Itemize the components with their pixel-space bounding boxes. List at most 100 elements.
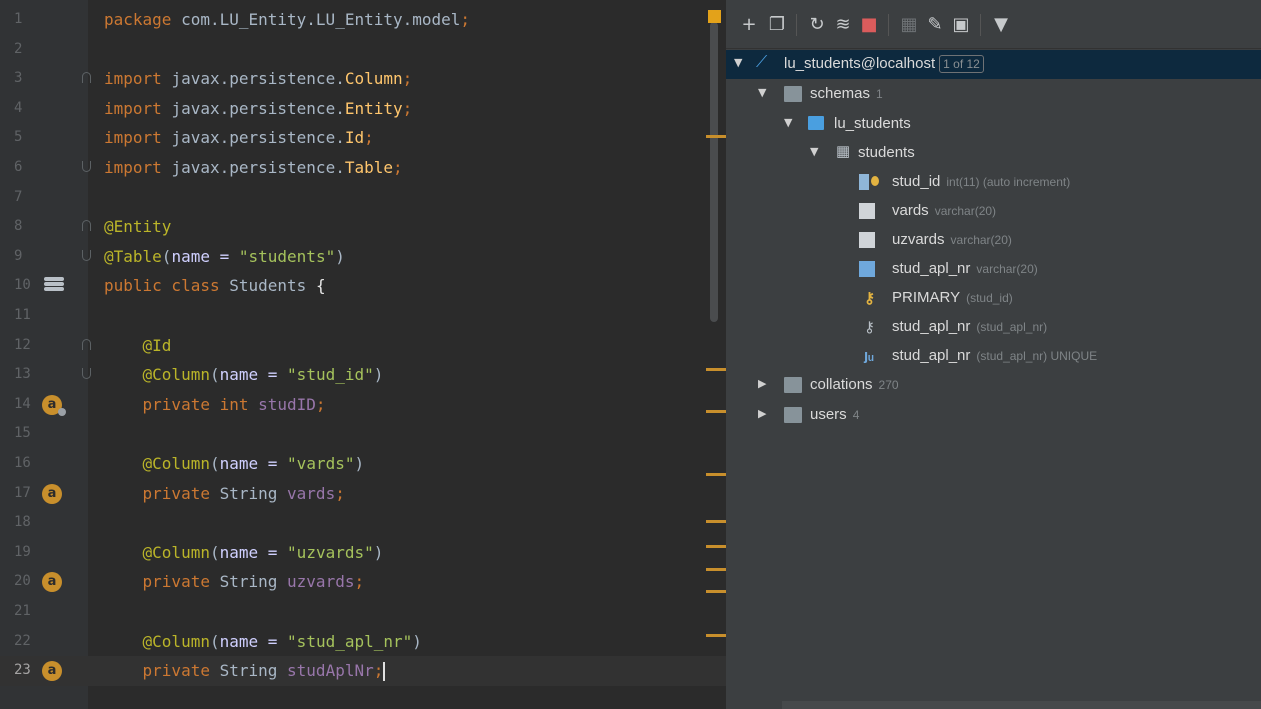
table-icon[interactable]: ▦ [898, 14, 920, 36]
fold-marker-icon[interactable] [82, 72, 91, 84]
code-line[interactable]: 16 @Column(name = "vards") [0, 449, 726, 479]
fold-marker-icon[interactable] [82, 161, 91, 172]
key-name: stud_apl_nr [892, 318, 971, 335]
code-line[interactable]: 4 import javax.persistence.Entity; [0, 94, 726, 124]
column-name: vards [892, 202, 929, 219]
primary-key-icon: ⚷ [864, 290, 875, 307]
code-editor[interactable]: 1 package com.LU_Entity.LU_Entity.model; 2… [0, 0, 726, 709]
column-name: uzvards [892, 231, 945, 248]
index-columns: (stud_apl_nr) UNIQUE [976, 349, 1098, 363]
collapse-arrow-icon[interactable]: ▶ [758, 408, 770, 420]
code-line[interactable]: 5 import javax.persistence.Id; [0, 123, 726, 153]
expand-arrow-icon[interactable]: ▼ [810, 146, 822, 158]
tree-node-index[interactable]: ȷᵤ stud_apl_nr (stud_apl_nr) UNIQUE [726, 342, 1261, 371]
code-text: import javax.persistence.Entity; [104, 98, 413, 118]
code-line[interactable]: 6 import javax.persistence.Table; [0, 153, 726, 183]
jpa-attribute-icon[interactable]: a [42, 483, 62, 504]
scrollbar-marker[interactable] [706, 520, 726, 523]
code-text: private String studAplNr; [104, 661, 386, 682]
scrollbar-marker[interactable] [706, 473, 726, 476]
database-toolbar: + ❐ ↻ ≋ ■ ▦ ✎ ▣ ▼ [726, 0, 1261, 49]
code-line[interactable]: 9 @Table(name = "students") [0, 242, 726, 272]
expand-arrow-icon[interactable]: ▼ [784, 117, 796, 129]
code-text: @Id [104, 335, 172, 355]
code-line[interactable]: 22 @Column(name = "stud_apl_nr") [0, 627, 726, 657]
tree-node-table[interactable]: ▼ ▦ students [726, 139, 1261, 168]
scrollbar-marker[interactable] [706, 368, 726, 371]
scrollbar-marker[interactable] [706, 545, 726, 548]
inspection-status-icon[interactable] [708, 10, 721, 23]
scrollbar-marker[interactable] [706, 410, 726, 413]
code-line[interactable]: 3 import javax.persistence.Column; [0, 64, 726, 94]
tree-node-datasource[interactable]: ▼ ⟋ lu_students@localhost 1 of 12 [726, 50, 1261, 79]
scrollbar-marker[interactable] [706, 135, 726, 138]
code-line[interactable]: 19 @Column(name = "uzvards") [0, 538, 726, 568]
code-line[interactable]: 8 @Entity [0, 212, 726, 242]
line-number: 7 [14, 188, 23, 205]
scrollbar-marker[interactable] [706, 568, 726, 571]
line-number: 13 [14, 366, 31, 383]
fold-marker-icon[interactable] [82, 338, 91, 350]
code-line[interactable]: 18 [0, 508, 726, 538]
code-line[interactable]: 7 [0, 183, 726, 213]
filter-icon[interactable]: ▼ [990, 14, 1012, 36]
code-line[interactable]: 13 @Column(name = "stud_id") [0, 360, 726, 390]
tree-node-column[interactable]: stud_apl_nr varchar(20) [726, 255, 1261, 284]
tree-horizontal-scrollbar[interactable] [782, 701, 1261, 709]
duplicate-icon[interactable]: ❐ [766, 14, 788, 36]
collapse-arrow-icon[interactable]: ▶ [758, 378, 770, 390]
fold-marker-icon[interactable] [82, 220, 91, 232]
jpa-id-attribute-icon[interactable]: a [42, 394, 66, 416]
code-line[interactable]: 12 @Id [0, 331, 726, 361]
code-line[interactable]: 14 a private int studID; [0, 390, 726, 420]
line-number: 16 [14, 455, 31, 471]
code-line[interactable]: 1 package com.LU_Entity.LU_Entity.model; [0, 5, 726, 35]
column-icon [859, 203, 875, 219]
expand-arrow-icon[interactable]: ▼ [758, 87, 770, 99]
tree-node-users[interactable]: ▶ users 4 [726, 401, 1261, 430]
stop-icon[interactable]: ■ [858, 14, 880, 36]
console-icon[interactable]: ▣ [950, 14, 972, 36]
tree-node-key[interactable]: ⚷ stud_apl_nr (stud_apl_nr) [726, 313, 1261, 342]
tree-node-schema[interactable]: ▼ lu_students [726, 110, 1261, 139]
database-entity-icon[interactable] [44, 277, 64, 295]
column-name: stud_id [892, 173, 941, 190]
tree-node-collations[interactable]: ▶ collations 270 [726, 371, 1261, 400]
fold-marker-icon[interactable] [82, 368, 91, 380]
code-line[interactable]: 21 [0, 597, 726, 627]
scrollbar-marker[interactable] [706, 590, 726, 593]
code-line[interactable]: 23 a private String studAplNr; [0, 656, 726, 686]
text-caret [383, 662, 386, 682]
add-icon[interactable]: + [738, 14, 760, 36]
tree-node-column[interactable]: stud_id int(11) (auto increment) [726, 168, 1261, 197]
schemas-label: schemas [810, 85, 871, 102]
datasource-label: lu_students@localhost [784, 55, 936, 72]
code-line[interactable]: 15 [0, 419, 726, 449]
code-line[interactable]: 2 [0, 35, 726, 65]
schema-label: lu_students [834, 115, 911, 132]
code-line[interactable]: 10 public class Students { [0, 271, 726, 301]
jpa-attribute-icon[interactable]: a [42, 661, 62, 682]
fold-marker-icon[interactable] [82, 249, 91, 261]
schemas-count: 1 [876, 87, 883, 101]
users-count: 4 [852, 408, 860, 422]
expand-arrow-icon[interactable]: ▼ [734, 57, 746, 69]
tree-node-schemas[interactable]: ▼ schemas 1 [726, 80, 1261, 109]
tree-node-column[interactable]: vards varchar(20) [726, 197, 1261, 226]
code-line[interactable]: 17 a private String vards; [0, 479, 726, 509]
sync-icon[interactable]: ≋ [832, 14, 854, 36]
edit-icon[interactable]: ✎ [924, 14, 946, 36]
code-line[interactable]: 20 a private String uzvards; [0, 567, 726, 597]
column-type: varchar(20) [934, 204, 997, 218]
scrollbar-marker[interactable] [706, 634, 726, 637]
editor-vertical-scrollbar[interactable] [710, 22, 718, 322]
tree-node-column[interactable]: uzvards varchar(20) [726, 226, 1261, 255]
refresh-icon[interactable]: ↻ [806, 14, 828, 36]
line-number: 15 [14, 425, 31, 442]
code-text: private String vards; [104, 483, 345, 503]
tree-node-key[interactable]: ⚷ PRIMARY (stud_id) [726, 284, 1261, 313]
datasource-count-badge: 1 of 12 [939, 55, 984, 73]
code-line[interactable]: 11 [0, 301, 726, 331]
jpa-attribute-icon[interactable]: a [42, 572, 62, 593]
line-number: 6 [14, 159, 23, 175]
